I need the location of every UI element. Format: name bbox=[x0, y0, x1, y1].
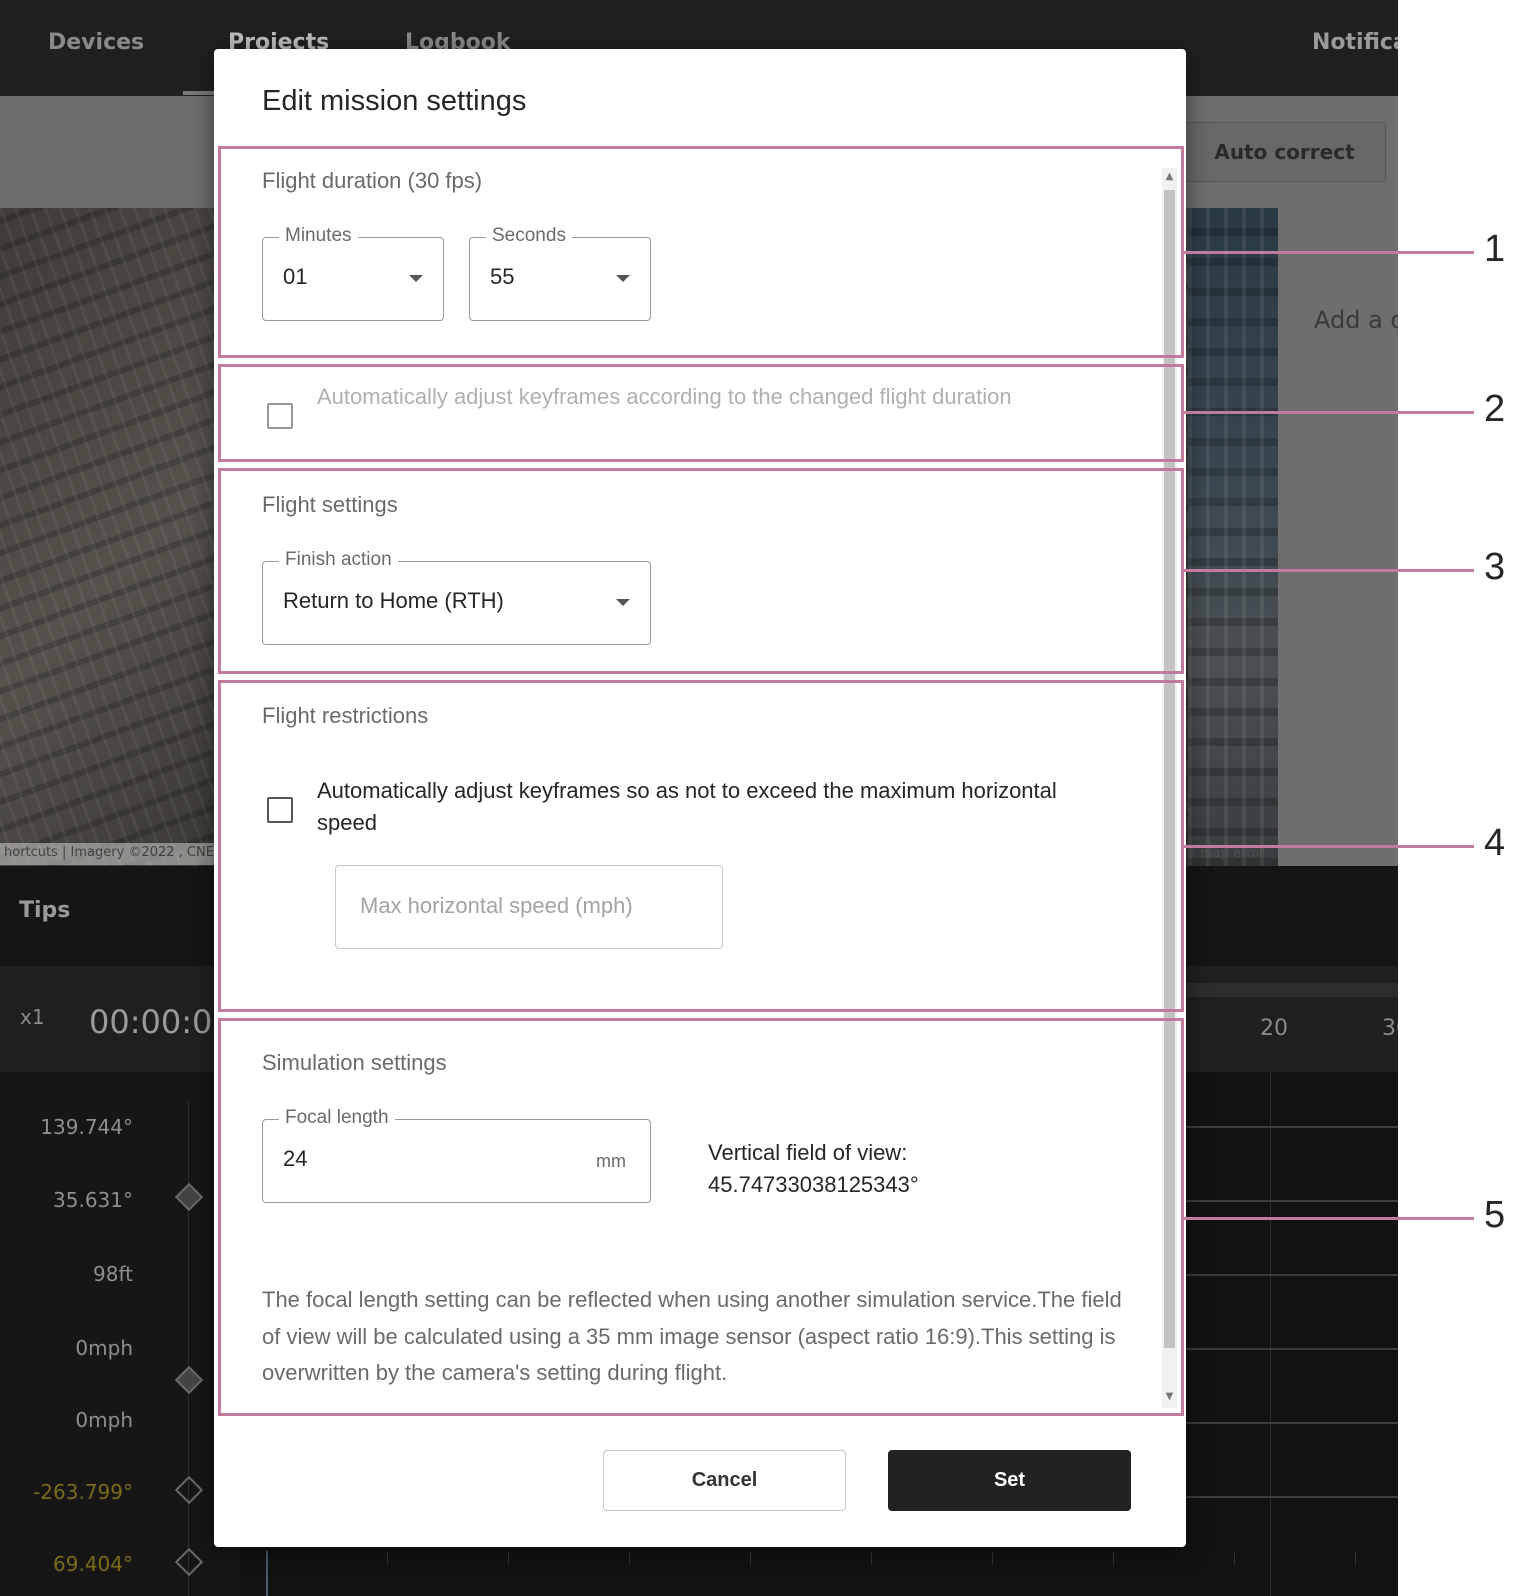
param-altitude: 98ft bbox=[93, 1262, 133, 1286]
callout-box-3 bbox=[218, 468, 1184, 674]
callout-number-4: 4 bbox=[1484, 822, 1506, 864]
nav-notifications[interactable]: Notificat bbox=[1312, 30, 1398, 55]
callout-number-2: 2 bbox=[1484, 388, 1506, 430]
tips-label[interactable]: Tips bbox=[19, 898, 70, 923]
satellite-map-edge[interactable] bbox=[1188, 208, 1278, 866]
ruler-tick: 20 bbox=[1260, 1016, 1288, 1041]
param-gimbal: 69.404° bbox=[53, 1552, 133, 1576]
callout-number-5: 5 bbox=[1484, 1194, 1506, 1236]
callout-leader-2 bbox=[1184, 411, 1474, 414]
parameter-column bbox=[0, 1072, 240, 1596]
track-line bbox=[1183, 1422, 1398, 1424]
callout-number-3: 3 bbox=[1484, 546, 1506, 588]
side-panel-add-text: Add a d bbox=[1314, 306, 1398, 334]
track-line bbox=[1183, 1274, 1398, 1276]
set-button[interactable]: Set bbox=[888, 1450, 1131, 1511]
timeline-gridline bbox=[1270, 1072, 1271, 1596]
param-latitude: 35.631° bbox=[53, 1188, 133, 1212]
callout-leader-1 bbox=[1184, 251, 1474, 254]
bottom-ruler bbox=[266, 1551, 1398, 1565]
playhead[interactable] bbox=[266, 1551, 268, 1596]
param-speed: 0mph bbox=[75, 1336, 133, 1360]
map-error-link[interactable]: a map error bbox=[1188, 846, 1265, 861]
callout-leader-3 bbox=[1184, 569, 1474, 572]
cancel-button[interactable]: Cancel bbox=[603, 1450, 846, 1511]
dialog-title: Edit mission settings bbox=[262, 85, 527, 117]
timecode: 00:00:00 bbox=[89, 1003, 233, 1041]
auto-correct-button[interactable]: Auto correct bbox=[1183, 122, 1386, 182]
track-line bbox=[1183, 1126, 1398, 1128]
param-heading: -263.799° bbox=[33, 1480, 133, 1504]
ruler-tick: 30 bbox=[1382, 1016, 1398, 1041]
track-line bbox=[1183, 1200, 1398, 1202]
track-line bbox=[1183, 1496, 1398, 1498]
callout-leader-5 bbox=[1184, 1217, 1474, 1220]
param-vertical-speed: 0mph bbox=[75, 1408, 133, 1432]
callout-box-1 bbox=[218, 146, 1184, 358]
callout-box-2 bbox=[218, 364, 1184, 462]
callout-box-4 bbox=[218, 680, 1184, 1012]
callout-number-1: 1 bbox=[1484, 228, 1506, 270]
timeline-scroll-strip[interactable] bbox=[1183, 983, 1398, 997]
playback-speed[interactable]: x1 bbox=[20, 1005, 45, 1029]
track-line bbox=[1183, 1348, 1398, 1350]
callout-box-5 bbox=[218, 1018, 1184, 1416]
param-longitude: 139.744° bbox=[40, 1115, 133, 1139]
callout-leader-4 bbox=[1184, 845, 1474, 848]
nav-devices[interactable]: Devices bbox=[48, 30, 144, 55]
map-attribution: hortcuts | Imagery ©2022 , CNE bbox=[0, 843, 218, 865]
param-divider bbox=[188, 1100, 189, 1596]
